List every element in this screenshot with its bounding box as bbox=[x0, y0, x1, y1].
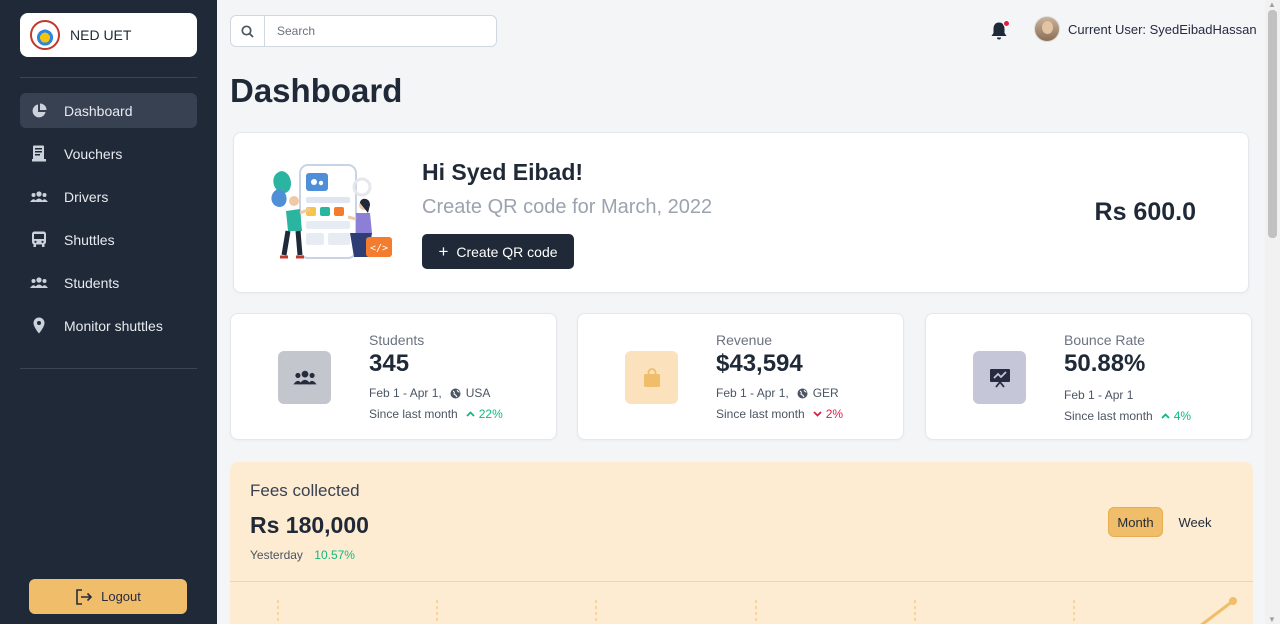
search-box bbox=[230, 15, 497, 47]
scroll-down-arrow-icon[interactable]: ▼ bbox=[1268, 615, 1276, 624]
sidebar-item-label: Drivers bbox=[64, 188, 109, 205]
scrollbar-thumb[interactable] bbox=[1268, 10, 1277, 238]
sidebar-item-dashboard[interactable]: Dashboard bbox=[20, 93, 197, 128]
chart-point bbox=[1229, 597, 1237, 605]
plus-icon: + bbox=[438, 241, 449, 261]
receipt-icon bbox=[30, 145, 48, 163]
brand[interactable]: NED UET bbox=[20, 13, 197, 57]
stat-title: Students bbox=[369, 332, 425, 348]
users-icon bbox=[30, 274, 48, 292]
stat-range: Feb 1 - Apr 1 bbox=[1064, 388, 1133, 402]
stat-delta: 4% bbox=[1161, 409, 1191, 423]
stat-range-dates: Feb 1 - Apr 1, bbox=[369, 386, 442, 400]
create-qr-code-label: Create QR code bbox=[456, 243, 558, 260]
hero-amount: Rs 600.0 bbox=[1094, 198, 1196, 226]
stat-card-students: Students 345 Feb 1 - Apr 1, USA Since la… bbox=[230, 313, 557, 440]
logout-label: Logout bbox=[101, 589, 141, 604]
stat-delta-value: 4% bbox=[1173, 409, 1192, 423]
chevron-down-icon bbox=[813, 411, 822, 417]
globe-icon bbox=[450, 388, 461, 398]
hero-subtitle: Create QR code for March, 2022 bbox=[422, 196, 713, 218]
chevron-up-icon bbox=[1161, 413, 1170, 419]
sidebar-item-label: Dashboard bbox=[64, 102, 133, 119]
sidebar: NED UET Dashboard Vouchers Drivers Shutt… bbox=[0, 0, 217, 624]
stat-value: $43,594 bbox=[716, 350, 803, 377]
stat-range-dates: Feb 1 - Apr 1 bbox=[1064, 388, 1134, 402]
sidebar-nav: Dashboard Vouchers Drivers Shuttles Stud… bbox=[20, 93, 197, 351]
page-title: Dashboard bbox=[230, 72, 403, 109]
fees-value: Rs 180,000 bbox=[250, 512, 369, 538]
sidebar-item-students[interactable]: Students bbox=[20, 265, 197, 300]
stat-since-label: Since last month bbox=[716, 407, 805, 421]
sidebar-item-label: Students bbox=[64, 274, 120, 291]
sidebar-item-label: Shuttles bbox=[64, 231, 115, 248]
qr-illustration-icon: </> bbox=[264, 161, 394, 266]
search-input[interactable] bbox=[265, 16, 496, 46]
chevron-up-icon bbox=[466, 411, 475, 417]
bus-icon bbox=[30, 231, 48, 249]
logout-icon bbox=[76, 588, 93, 605]
globe-icon bbox=[797, 388, 808, 398]
qr-hero-card: </> Hi Syed Eibad! Create QR code for Ma… bbox=[233, 132, 1249, 293]
logout-button[interactable]: Logout bbox=[29, 579, 187, 614]
location-pin-icon bbox=[30, 317, 48, 335]
stat-since: Since last month 22% bbox=[369, 407, 503, 421]
stat-region: USA bbox=[465, 386, 491, 400]
toggle-week-button[interactable]: Week bbox=[1170, 507, 1220, 537]
scroll-up-arrow-icon[interactable]: ▲ bbox=[1268, 0, 1276, 9]
sidebar-item-vouchers[interactable]: Vouchers bbox=[20, 136, 197, 171]
stat-range-dates: Feb 1 - Apr 1, bbox=[716, 386, 789, 400]
fees-yesterday-delta: 10.57% bbox=[314, 548, 355, 562]
fees-title: Fees collected bbox=[250, 481, 360, 500]
brand-name: NED UET bbox=[70, 27, 132, 43]
sidebar-item-monitor-shuttles[interactable]: Monitor shuttles bbox=[20, 308, 197, 343]
hero-greeting: Hi Syed Eibad! bbox=[422, 159, 584, 185]
stat-delta: 22% bbox=[466, 407, 503, 421]
sidebar-divider bbox=[20, 77, 197, 78]
sidebar-item-drivers[interactable]: Drivers bbox=[20, 179, 197, 214]
fees-line-chart bbox=[277, 597, 1237, 624]
stat-since: Since last month 2% bbox=[716, 407, 843, 421]
notifications-bell-icon[interactable] bbox=[990, 20, 1010, 40]
stat-since-label: Since last month bbox=[369, 407, 458, 421]
sidebar-item-label: Vouchers bbox=[64, 145, 123, 162]
sidebar-item-shuttles[interactable]: Shuttles bbox=[20, 222, 197, 257]
presentation-chart-icon bbox=[973, 351, 1026, 404]
avatar bbox=[1034, 16, 1060, 42]
sidebar-item-label: Monitor shuttles bbox=[64, 317, 163, 334]
shopping-bag-icon bbox=[625, 351, 678, 404]
fees-yesterday: Yesterday 10.57% bbox=[250, 548, 355, 562]
page-scrollbar[interactable]: ▲ ▼ bbox=[1265, 0, 1280, 624]
stat-card-bounce-rate: Bounce Rate 50.88% Feb 1 - Apr 1 Since l… bbox=[925, 313, 1252, 440]
stat-region: GER bbox=[812, 386, 839, 400]
stat-since-label: Since last month bbox=[1064, 409, 1153, 423]
user-menu[interactable]: Current User: SyedEibadHassan bbox=[1034, 16, 1257, 42]
notification-badge bbox=[1003, 20, 1010, 27]
stat-since: Since last month 4% bbox=[1064, 409, 1191, 423]
chart-series-line bbox=[1200, 599, 1234, 624]
pie-chart-icon bbox=[30, 102, 48, 120]
stat-value: 345 bbox=[369, 350, 410, 377]
svg-text:</>: </> bbox=[370, 243, 388, 254]
stat-delta-value: 22% bbox=[478, 407, 503, 421]
stat-card-revenue: Revenue $43,594 Feb 1 - Apr 1, GER Since… bbox=[577, 313, 904, 440]
users-icon bbox=[278, 351, 331, 404]
ned-uet-logo-icon bbox=[30, 20, 60, 50]
toggle-month-button[interactable]: Month bbox=[1108, 507, 1163, 537]
sidebar-divider bbox=[20, 368, 197, 369]
stat-title: Revenue bbox=[716, 332, 773, 348]
fees-yesterday-label: Yesterday bbox=[250, 548, 303, 562]
create-qr-code-button[interactable]: + Create QR code bbox=[422, 234, 574, 269]
stat-value: 50.88% bbox=[1064, 350, 1146, 377]
stat-delta-value: 2% bbox=[825, 407, 844, 421]
current-user-label: Current User: SyedEibadHassan bbox=[1068, 21, 1257, 37]
stat-title: Bounce Rate bbox=[1064, 332, 1145, 348]
stat-delta: 2% bbox=[813, 407, 843, 421]
users-icon bbox=[30, 188, 48, 206]
fees-collected-card: Fees collected Rs 180,000 Yesterday 10.5… bbox=[230, 462, 1253, 624]
stat-range: Feb 1 - Apr 1, USA bbox=[369, 386, 490, 400]
search-icon[interactable] bbox=[231, 16, 265, 46]
stat-range: Feb 1 - Apr 1, GER bbox=[716, 386, 839, 400]
